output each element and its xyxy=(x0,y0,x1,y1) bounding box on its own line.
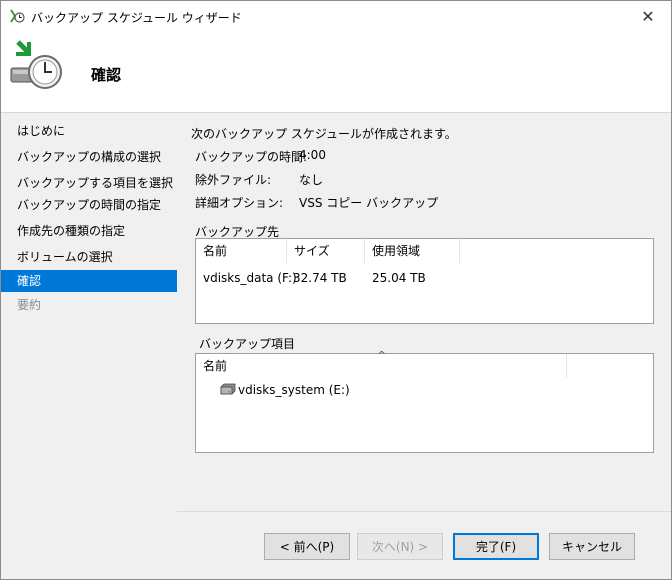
destination-used-cell: 25.04 TB xyxy=(372,271,426,285)
summary-label-advanced: 詳細オプション: xyxy=(195,196,284,210)
close-button[interactable]: ✕ xyxy=(625,1,671,31)
nav-item-backup-configuration[interactable]: バックアップの構成の選択 xyxy=(1,146,177,168)
backup-app-icon xyxy=(10,9,25,23)
summary-label-time: バックアップの時間: xyxy=(195,150,308,164)
page-title: 確認 xyxy=(91,66,122,84)
backup-items-list[interactable]: 名前 ^ vdisks_system (E:) xyxy=(195,349,654,453)
backup-item-name: vdisks_system (E:) xyxy=(238,383,350,397)
nav-item-getting-started[interactable]: はじめに xyxy=(1,120,177,142)
items-heading: バックアップ項目 xyxy=(199,337,296,351)
wizard-footer: < 前へ(P) 次へ(N) > 完了(F) キャンセル xyxy=(177,512,671,579)
window-title: バックアップ スケジュール ウィザード xyxy=(31,11,242,25)
column-header-size[interactable]: サイズ xyxy=(287,239,365,263)
wizard-window: バックアップ スケジュール ウィザード ✕ 確認 はじめに バックアップの構成の… xyxy=(0,0,672,580)
close-icon: ✕ xyxy=(641,6,655,26)
wizard-header: 確認 xyxy=(1,31,671,112)
sort-ascending-icon: ^ xyxy=(377,349,387,362)
nav-item-confirmation[interactable]: 確認 xyxy=(1,270,177,292)
summary-label-excluded: 除外ファイル: xyxy=(195,173,272,187)
nav-item-backup-time[interactable]: バックアップの時間の指定 xyxy=(1,194,177,216)
nav-item-summary: 要約 xyxy=(17,298,42,312)
intro-text: 次のバックアップ スケジュールが作成されます。 xyxy=(191,127,457,141)
cancel-button[interactable]: キャンセル xyxy=(549,533,635,560)
finish-button[interactable]: 完了(F) xyxy=(453,533,539,560)
column-header-item-name-label: 名前 xyxy=(203,359,228,373)
destination-list[interactable]: 名前 サイズ 使用領域 vdisks_data (F:) 32.74 TB 25… xyxy=(195,238,654,324)
nav-item-destination-type[interactable]: 作成先の種類の指定 xyxy=(1,220,177,242)
summary-value-time: 4:00 xyxy=(299,148,326,162)
back-button[interactable]: < 前へ(P) xyxy=(264,533,350,560)
backup-schedule-icon xyxy=(10,40,62,89)
column-header-used[interactable]: 使用領域 xyxy=(365,239,460,263)
summary-value-excluded: なし xyxy=(299,173,324,187)
title-bar: バックアップ スケジュール ウィザード ✕ xyxy=(1,1,671,31)
wizard-steps-nav: はじめに バックアップの構成の選択 バックアップする項目を選択 バックアップの時… xyxy=(1,113,177,579)
next-button: 次へ(N) > xyxy=(357,533,443,560)
destination-size-cell: 32.74 TB xyxy=(293,271,347,285)
nav-item-select-volume[interactable]: ボリュームの選択 xyxy=(1,246,177,268)
nav-item-select-items[interactable]: バックアップする項目を選択 xyxy=(1,172,177,194)
drive-icon xyxy=(220,383,236,395)
column-header-name[interactable]: 名前 xyxy=(196,239,287,263)
confirmation-panel: 次のバックアップ スケジュールが作成されます。 バックアップの時間: 4:00 … xyxy=(177,113,671,511)
destination-name-cell: vdisks_data (F:) xyxy=(203,271,297,285)
summary-value-advanced: VSS コピー バックアップ xyxy=(299,196,439,210)
